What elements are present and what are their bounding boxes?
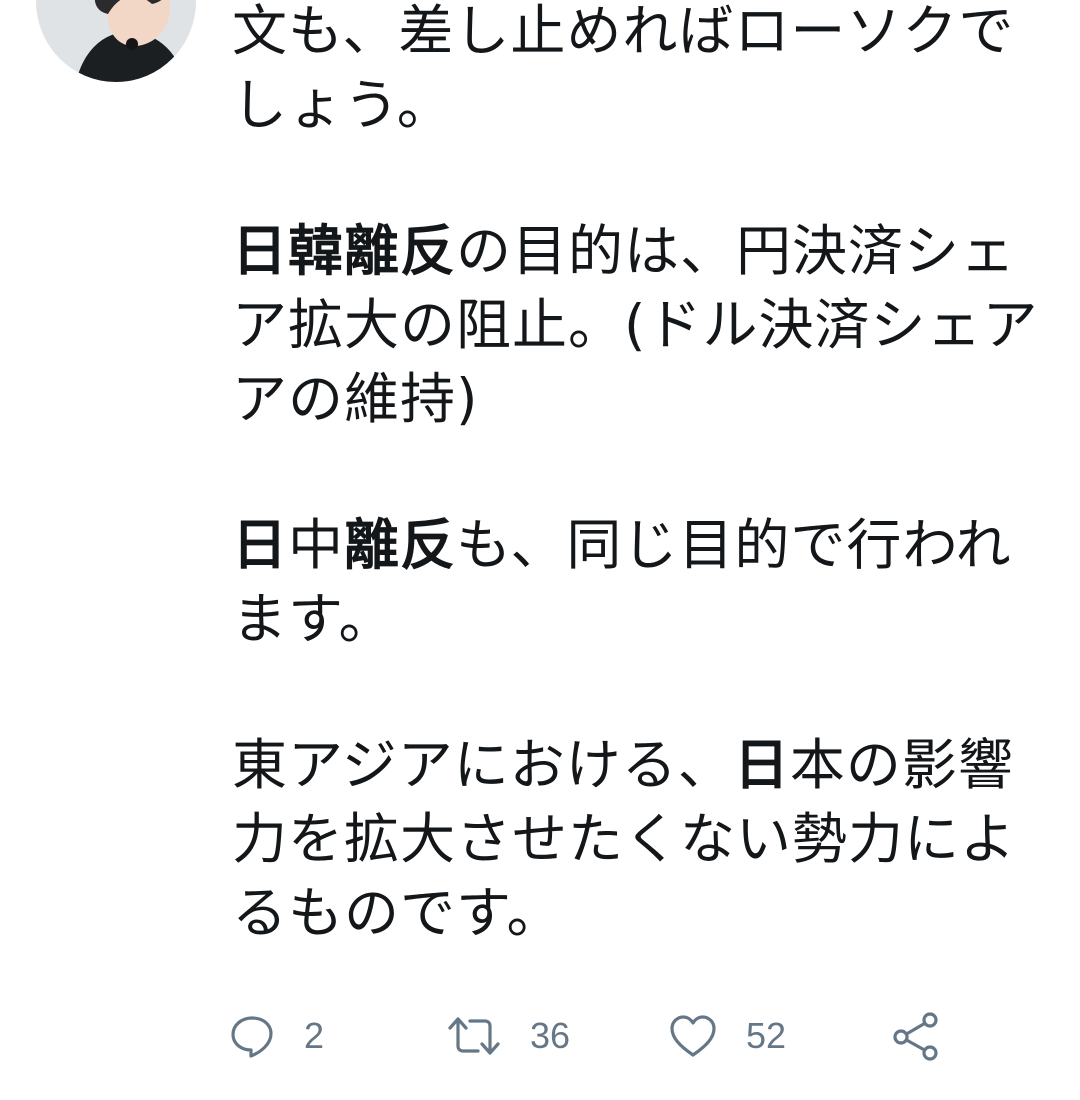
like-button[interactable]: 52 — [668, 1004, 786, 1068]
tweet-line: 日中離反も、同じ目的で行われ — [232, 508, 1052, 582]
text-segment: ます。 — [232, 587, 395, 651]
reply-button[interactable]: 2 — [228, 1004, 324, 1068]
retweet-icon — [446, 1012, 502, 1060]
text-segment: アの維持) — [232, 367, 479, 431]
heart-icon — [668, 1012, 718, 1060]
bold-text-segment: 日韓離反 — [232, 219, 457, 283]
text-segment: 東アジアにおける、 — [232, 733, 734, 797]
text-segment: ア拡大の阻止。(ドル決済シェア — [232, 293, 1039, 357]
retweet-count: 36 — [530, 1015, 571, 1056]
retweet-button[interactable]: 36 — [446, 1004, 570, 1068]
share-button[interactable] — [890, 1004, 942, 1068]
avatar-image — [36, 0, 196, 82]
tweet-line: るものです。 — [232, 876, 1052, 950]
reply-count: 2 — [304, 1015, 325, 1056]
text-segment: の目的は、円決済シェ — [456, 219, 1017, 283]
text-segment: るものです。 — [232, 881, 563, 945]
tweet-text: 文も、差し止めればローソクで しょう。 日韓離反の目的は、円決済シェ ア拡大の阻止。(… — [232, 0, 1052, 950]
tweet-line: 力を拡大させたくない勢力によ — [232, 802, 1052, 876]
tweet-line: 文も、差し止めればローソクで — [232, 0, 1052, 68]
reply-icon — [228, 1012, 276, 1060]
text-segment: 力を拡大させたくない勢力によ — [232, 807, 1017, 871]
bold-text-segment: 離反 — [344, 513, 457, 577]
avatar[interactable] — [36, 0, 196, 82]
bold-text-segment: 日 — [733, 733, 790, 797]
like-count: 52 — [746, 1015, 787, 1056]
share-icon — [890, 1010, 942, 1062]
tweet-actions: 2 36 52 — [228, 1004, 968, 1068]
text-segment: 中 — [288, 513, 345, 577]
bold-text-segment: 日 — [232, 513, 289, 577]
tweet-line: アの維持) — [232, 362, 1052, 436]
tweet-line: ます。 — [232, 582, 1052, 656]
text-segment: しょう。 — [232, 73, 453, 137]
tweet-line: 日韓離反の目的は、円決済シェ — [232, 214, 1052, 288]
text-segment: 文も、差し止めればローソクで — [232, 0, 1015, 63]
tweet-line: ア拡大の阻止。(ドル決済シェア — [232, 288, 1052, 362]
text-segment: 本の影響 — [789, 733, 1014, 797]
tweet-line: 東アジアにおける、日本の影響 — [232, 728, 1052, 802]
tweet-line: しょう。 — [232, 68, 1052, 142]
text-segment: も、同じ目的で行われ — [456, 513, 1012, 577]
